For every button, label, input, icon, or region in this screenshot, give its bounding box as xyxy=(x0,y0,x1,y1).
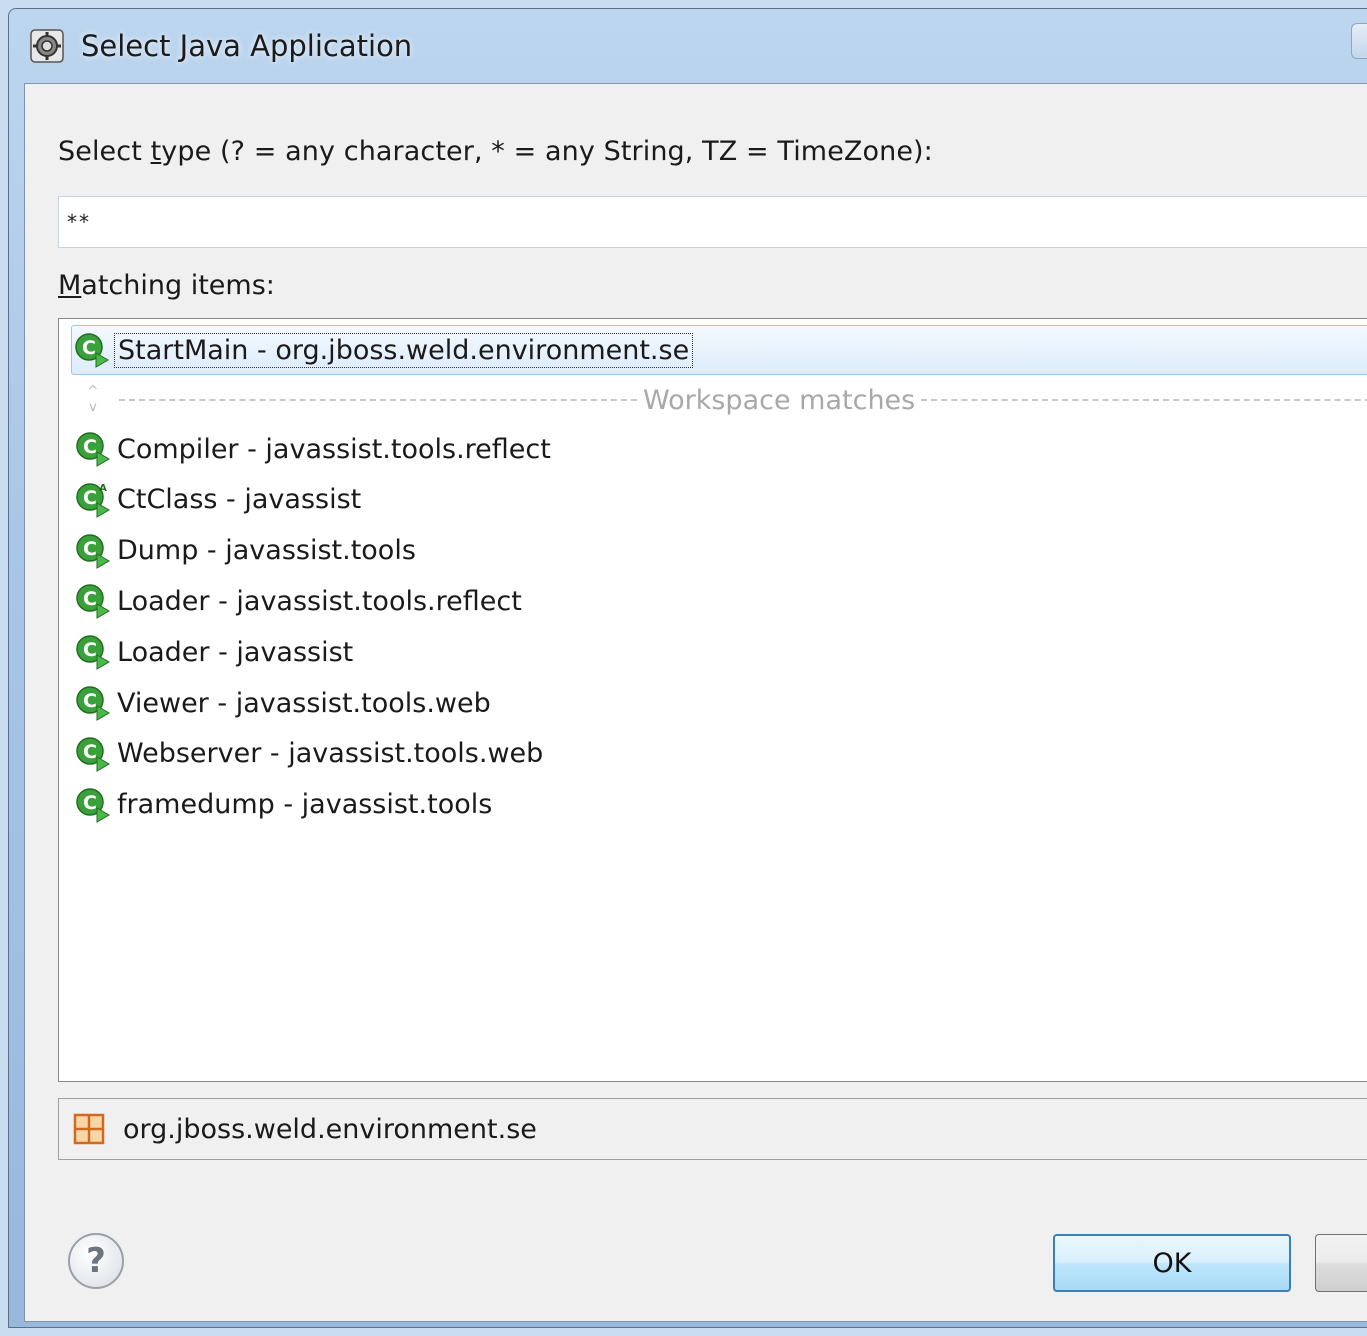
title-bar[interactable]: Select Java Application xyxy=(9,9,1367,83)
list-item[interactable]: C Compiler - javassist.tools.reflect xyxy=(73,425,1367,473)
list-item-label: StartMain - org.jboss.weld.environment.s… xyxy=(113,332,694,368)
select-type-label-suffix: ype (? = any character, * = any String, … xyxy=(161,136,933,167)
list-item[interactable]: C Webserver - javassist.tools.web xyxy=(73,730,1367,778)
list-item[interactable]: C A CtClass - javassist xyxy=(73,476,1367,524)
help-icon: ? xyxy=(86,1241,106,1281)
main-class-icon: C xyxy=(76,787,110,823)
svg-text:C: C xyxy=(83,792,97,814)
main-class-icon: C xyxy=(76,686,110,721)
matching-items-label-mnemonic: M xyxy=(58,270,82,301)
svg-text:C: C xyxy=(83,487,97,509)
main-class-icon: C xyxy=(76,533,110,569)
abstract-main-class-icon: CA xyxy=(76,483,110,518)
svg-text:C: C xyxy=(83,436,97,458)
svg-text:C: C xyxy=(83,741,97,763)
separator-line-left xyxy=(119,399,637,401)
matching-items-label-rest: atching items: xyxy=(81,270,275,301)
gear-icon xyxy=(27,26,67,66)
matching-items-label: Matching items: xyxy=(58,270,275,301)
list-item-label: Loader - javassist xyxy=(117,636,354,668)
dialog-content: Select type (? = any character, * = any … xyxy=(24,83,1367,1322)
workspace-matches-separator: ^ v Workspace matches xyxy=(73,377,1367,423)
list-item-selected[interactable]: C StartMain - org.jboss.weld.environment… xyxy=(71,325,1367,375)
main-class-icon: C xyxy=(76,737,110,772)
list-item[interactable]: Cframedump - javassist.tools xyxy=(73,781,1367,829)
list-item-label: Loader - javassist.tools.reflect xyxy=(117,585,522,617)
main-class-icon: C xyxy=(76,432,110,467)
main-class-icon: C xyxy=(76,635,110,671)
select-type-label-mnemonic: t xyxy=(150,136,162,167)
list-item-label: CtClass - javassist xyxy=(117,484,362,516)
list-item[interactable]: C Loader - javassist.tools.reflect xyxy=(73,577,1367,625)
dialog-window: Select Java Application Select type (? =… xyxy=(8,8,1367,1328)
package-name: org.jboss.weld.environment.se xyxy=(123,1113,537,1145)
svg-text:C: C xyxy=(83,538,97,560)
list-item[interactable]: C Dump - javassist.tools xyxy=(73,527,1367,575)
svg-text:A: A xyxy=(99,483,107,494)
package-details-bar: org.jboss.weld.environment.se xyxy=(58,1098,1367,1160)
main-class-icon: C xyxy=(75,333,109,368)
window-title: Select Java Application xyxy=(81,29,413,63)
svg-text:C: C xyxy=(83,639,97,661)
list-item-label: Webserver - javassist.tools.web xyxy=(117,738,544,770)
svg-text:C: C xyxy=(83,690,97,712)
list-item-label: Compiler - javassist.tools.reflect xyxy=(117,433,551,465)
separator-line-right xyxy=(921,399,1367,401)
package-icon xyxy=(73,1113,105,1145)
select-type-label: Select type (? = any character, * = any … xyxy=(58,136,933,167)
separator-label: Workspace matches xyxy=(643,384,916,416)
ok-button[interactable]: OK xyxy=(1053,1234,1291,1292)
collapse-expand-icon[interactable]: ^ v xyxy=(73,384,113,416)
select-type-label-prefix: Select xyxy=(58,136,151,167)
window-control-button[interactable] xyxy=(1351,23,1367,59)
matching-items-list[interactable]: C StartMain - org.jboss.weld.environment… xyxy=(58,318,1367,1082)
list-item-label: framedump - javassist.tools xyxy=(117,789,493,821)
list-item-label: Viewer - javassist.tools.web xyxy=(117,687,491,719)
list-item[interactable]: C Loader - javassist xyxy=(73,628,1367,676)
type-filter-input[interactable] xyxy=(58,196,1367,248)
help-button[interactable]: ? xyxy=(68,1233,124,1289)
svg-text:C: C xyxy=(83,588,97,610)
svg-text:C: C xyxy=(82,337,96,359)
cancel-button[interactable] xyxy=(1315,1234,1367,1292)
main-class-icon: C xyxy=(76,584,110,620)
list-item[interactable]: C Viewer - javassist.tools.web xyxy=(73,679,1367,727)
list-item-label: Dump - javassist.tools xyxy=(117,535,416,567)
